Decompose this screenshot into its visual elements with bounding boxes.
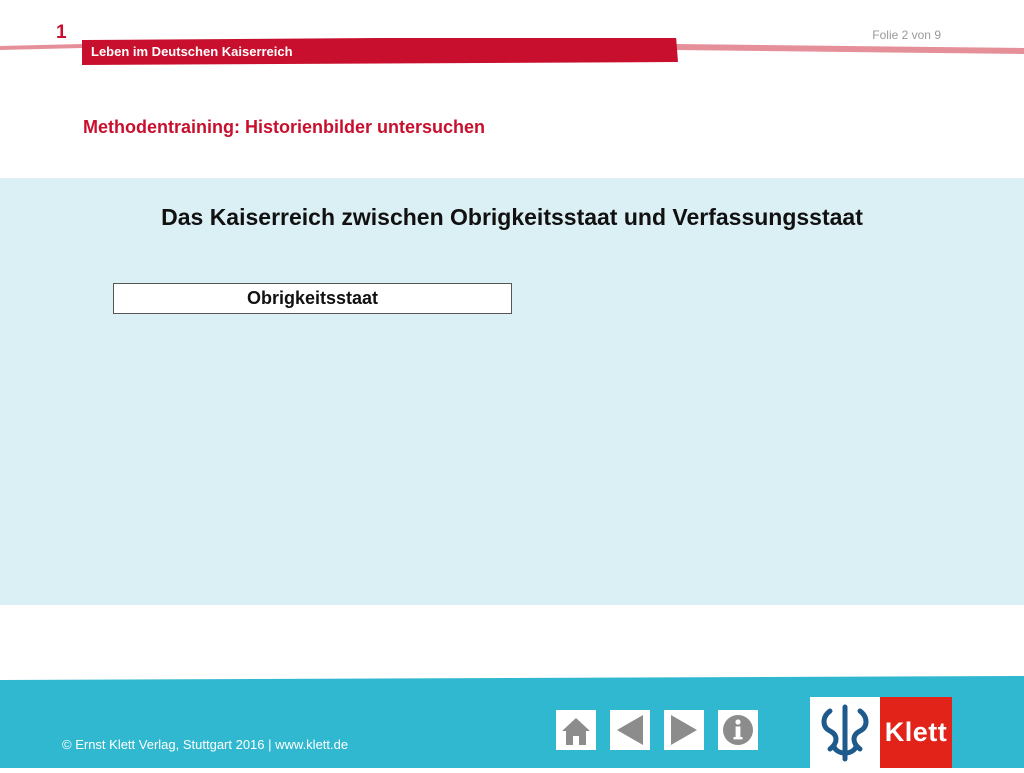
klett-logo: Klett	[810, 697, 952, 768]
klett-logo-text: Klett	[884, 717, 948, 747]
home-icon	[562, 718, 590, 745]
copyright-text: © Ernst Klett Verlag, Stuttgart 2016 | w…	[62, 737, 349, 752]
slide-subtitle: Methodentraining: Historienbilder unters…	[83, 117, 486, 137]
chapter-title: Leben im Deutschen Kaiserreich	[91, 44, 293, 59]
arrow-left-icon	[617, 715, 643, 745]
slide-title: Das Kaiserreich zwischen Obrigkeitsstaat…	[161, 204, 863, 230]
next-slide-button[interactable]	[664, 710, 704, 750]
info-button[interactable]	[718, 710, 758, 750]
klett-wordmark: Klett	[880, 697, 952, 768]
home-button[interactable]	[556, 710, 596, 750]
previous-slide-button[interactable]	[610, 710, 650, 750]
klett-emblem	[810, 697, 880, 768]
term-box: Obrigkeitsstaat	[113, 283, 512, 314]
content-panel: Das Kaiserreich zwischen Obrigkeitsstaat…	[0, 178, 1024, 605]
info-icon	[723, 715, 753, 745]
klett-emblem-icon	[821, 704, 869, 762]
arrow-right-icon	[671, 715, 697, 745]
